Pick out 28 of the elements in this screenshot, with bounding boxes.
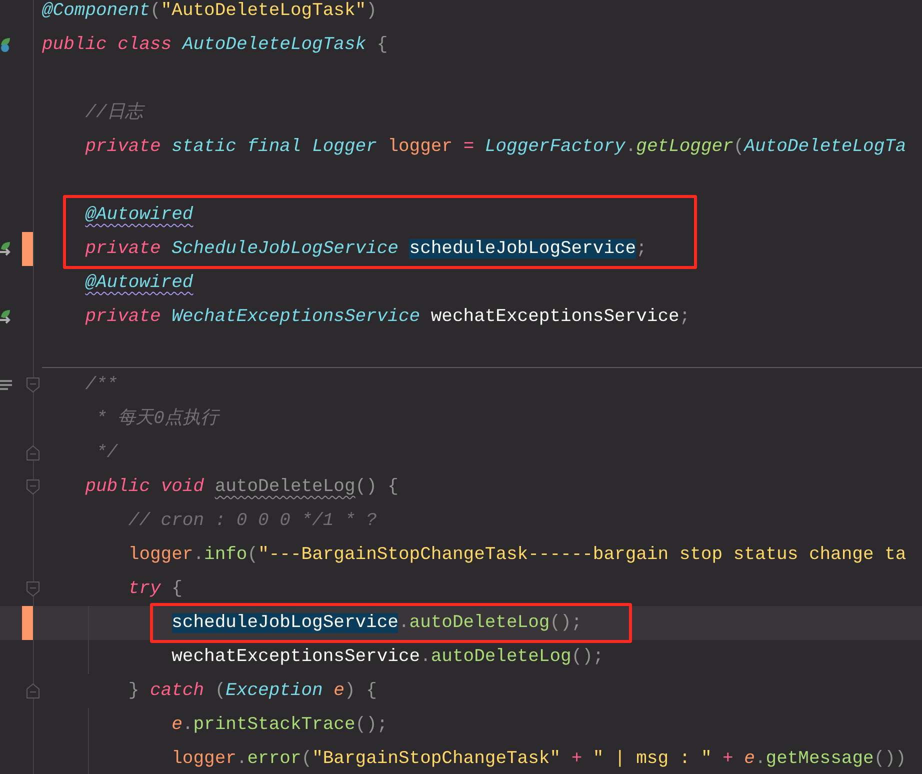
code-line: logger.info("---BargainStopChangeTask------bargain stop status change ta bbox=[128, 544, 906, 567]
fold-icon[interactable] bbox=[26, 377, 40, 393]
code-line: // cron : 0 0 0 */1 * ? bbox=[128, 510, 377, 533]
code-line: @Autowired bbox=[85, 272, 194, 295]
code-line: public void autoDeleteLog() { bbox=[85, 476, 398, 499]
fold-icon[interactable] bbox=[26, 581, 40, 597]
code-line: private WechatExceptionsService wechatExceptionsService; bbox=[85, 306, 690, 329]
code-line: //日志 bbox=[85, 101, 143, 125]
code-line: @Autowired bbox=[85, 204, 194, 227]
fold-icon[interactable] bbox=[26, 479, 40, 495]
menu-lines-icon[interactable] bbox=[0, 380, 12, 390]
change-marker[interactable] bbox=[22, 232, 33, 266]
code-line: wechatExceptionsService.autoDeleteLog(); bbox=[172, 646, 604, 669]
code-line: private static final Logger logger = LoggerFactory.getLogger(AutoDeleteLogTa bbox=[85, 136, 906, 159]
code-line: } catch (Exception e) { bbox=[128, 680, 377, 703]
code-line: scheduleJobLogService.autoDeleteLog(); bbox=[172, 612, 582, 635]
code-line: @Component("AutoDeleteLogTask") bbox=[42, 0, 377, 23]
change-marker[interactable] bbox=[22, 606, 33, 640]
code-line: logger.error("BargainStopChangeTask" + " | msg : " + e.getMessage()) bbox=[172, 748, 906, 771]
code-line: public class AutoDeleteLogTask { bbox=[42, 34, 388, 57]
fold-icon[interactable] bbox=[26, 683, 40, 699]
code-line: try { bbox=[128, 578, 182, 601]
code-line: private ScheduleJobLogService scheduleJobLogService; bbox=[85, 238, 647, 261]
code-line: */ bbox=[96, 442, 118, 465]
code-line: * 每天0点执行 bbox=[96, 407, 218, 431]
fold-icon[interactable] bbox=[26, 445, 40, 461]
code-line: e.printStackTrace(); bbox=[172, 714, 388, 737]
code-line: /** bbox=[85, 374, 118, 397]
